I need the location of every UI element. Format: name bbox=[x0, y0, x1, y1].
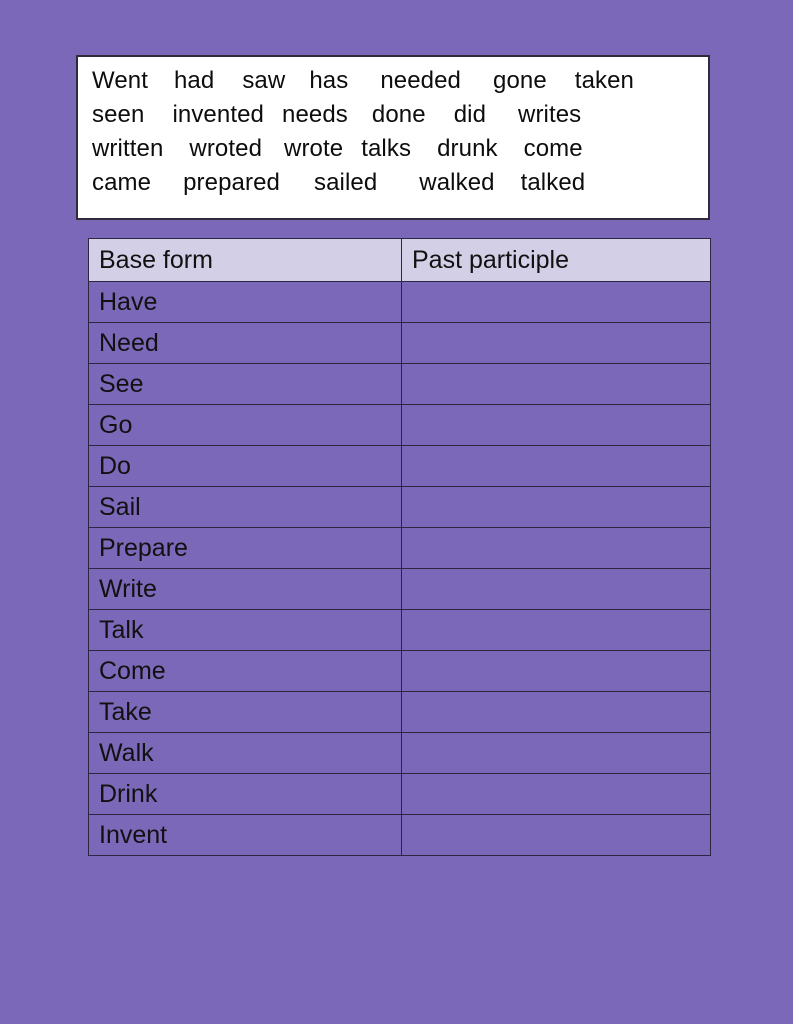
word-bank-word: written bbox=[92, 135, 164, 162]
base-form-cell: Do bbox=[88, 445, 402, 487]
table-row: Take bbox=[88, 691, 711, 733]
word-bank-word: had bbox=[173, 67, 215, 94]
word-bank-word: seen bbox=[92, 101, 145, 128]
past-participle-answer-cell[interactable] bbox=[401, 650, 711, 692]
word-bank-word: came bbox=[92, 169, 152, 196]
word-bank-line: seen invented needs done did writes bbox=[92, 101, 694, 135]
table-row: Talk bbox=[88, 609, 711, 651]
table-row: Write bbox=[88, 568, 711, 610]
word-bank-word: has bbox=[309, 67, 349, 94]
base-form-cell: Take bbox=[88, 691, 402, 733]
base-form-cell: See bbox=[88, 363, 402, 405]
word-bank-word: needs bbox=[282, 101, 348, 128]
past-participle-answer-cell[interactable] bbox=[401, 281, 711, 323]
base-form-cell: Prepare bbox=[88, 527, 402, 569]
word-bank-line: written wroted wrote talks drunk come bbox=[92, 135, 694, 169]
past-participle-answer-cell[interactable] bbox=[401, 814, 711, 856]
past-participle-answer-cell[interactable] bbox=[401, 486, 711, 528]
table-row: Need bbox=[88, 322, 711, 364]
verb-table: Base form Past participle Have Need See … bbox=[88, 238, 711, 856]
word-bank-word: come bbox=[523, 135, 583, 162]
word-bank-word: needed bbox=[380, 67, 461, 94]
base-form-cell: Write bbox=[88, 568, 402, 610]
word-bank-word: taken bbox=[574, 67, 635, 94]
past-participle-answer-cell[interactable] bbox=[401, 363, 711, 405]
word-bank-line: Went had saw has needed gone taken bbox=[92, 67, 694, 101]
table-row: Invent bbox=[88, 814, 711, 856]
table-row: Sail bbox=[88, 486, 711, 528]
table-row: See bbox=[88, 363, 711, 405]
base-form-cell: Go bbox=[88, 404, 402, 446]
table-row: Go bbox=[88, 404, 711, 446]
past-participle-answer-cell[interactable] bbox=[401, 404, 711, 446]
word-bank-word: wroted bbox=[189, 135, 263, 162]
past-participle-answer-cell[interactable] bbox=[401, 609, 711, 651]
table-body: Have Need See Go Do Sail Prepare Write T… bbox=[88, 281, 711, 856]
word-bank-word: gone bbox=[493, 67, 547, 94]
word-bank-word: saw bbox=[242, 67, 286, 94]
word-bank-word: talked bbox=[520, 169, 586, 196]
word-bank-word: drunk bbox=[437, 135, 498, 162]
past-participle-answer-cell[interactable] bbox=[401, 445, 711, 487]
word-bank-word: did bbox=[453, 101, 487, 128]
past-participle-answer-cell[interactable] bbox=[401, 322, 711, 364]
column-header-base-form: Base form bbox=[88, 238, 402, 282]
base-form-cell: Invent bbox=[88, 814, 402, 856]
past-participle-answer-cell[interactable] bbox=[401, 691, 711, 733]
table-row: Drink bbox=[88, 773, 711, 815]
table-row: Do bbox=[88, 445, 711, 487]
table-row: Walk bbox=[88, 732, 711, 774]
base-form-cell: Need bbox=[88, 322, 402, 364]
word-bank-word: prepared bbox=[183, 169, 280, 196]
table-row: Come bbox=[88, 650, 711, 692]
table-header-row: Base form Past participle bbox=[88, 238, 711, 282]
column-header-past-participle: Past participle bbox=[401, 238, 711, 282]
word-bank-word: writes bbox=[518, 101, 582, 128]
base-form-cell: Drink bbox=[88, 773, 402, 815]
base-form-cell: Have bbox=[88, 281, 402, 323]
past-participle-answer-cell[interactable] bbox=[401, 732, 711, 774]
table-row: Prepare bbox=[88, 527, 711, 569]
word-bank-line: came prepared sailed walked talked bbox=[92, 169, 694, 203]
base-form-cell: Talk bbox=[88, 609, 402, 651]
word-bank-word: wrote bbox=[284, 135, 344, 162]
word-bank-word: invented bbox=[172, 101, 264, 128]
word-bank-word: done bbox=[371, 101, 426, 128]
word-bank: Went had saw has needed gone taken seen invente… bbox=[76, 55, 710, 220]
past-participle-answer-cell[interactable] bbox=[401, 773, 711, 815]
word-bank-word: talks bbox=[361, 135, 412, 162]
word-bank-word: walked bbox=[419, 169, 495, 196]
past-participle-answer-cell[interactable] bbox=[401, 568, 711, 610]
word-bank-word: Went bbox=[92, 67, 148, 94]
table-row: Have bbox=[88, 281, 711, 323]
base-form-cell: Come bbox=[88, 650, 402, 692]
base-form-cell: Sail bbox=[88, 486, 402, 528]
base-form-cell: Walk bbox=[88, 732, 402, 774]
past-participle-answer-cell[interactable] bbox=[401, 527, 711, 569]
word-bank-word: sailed bbox=[313, 169, 378, 196]
